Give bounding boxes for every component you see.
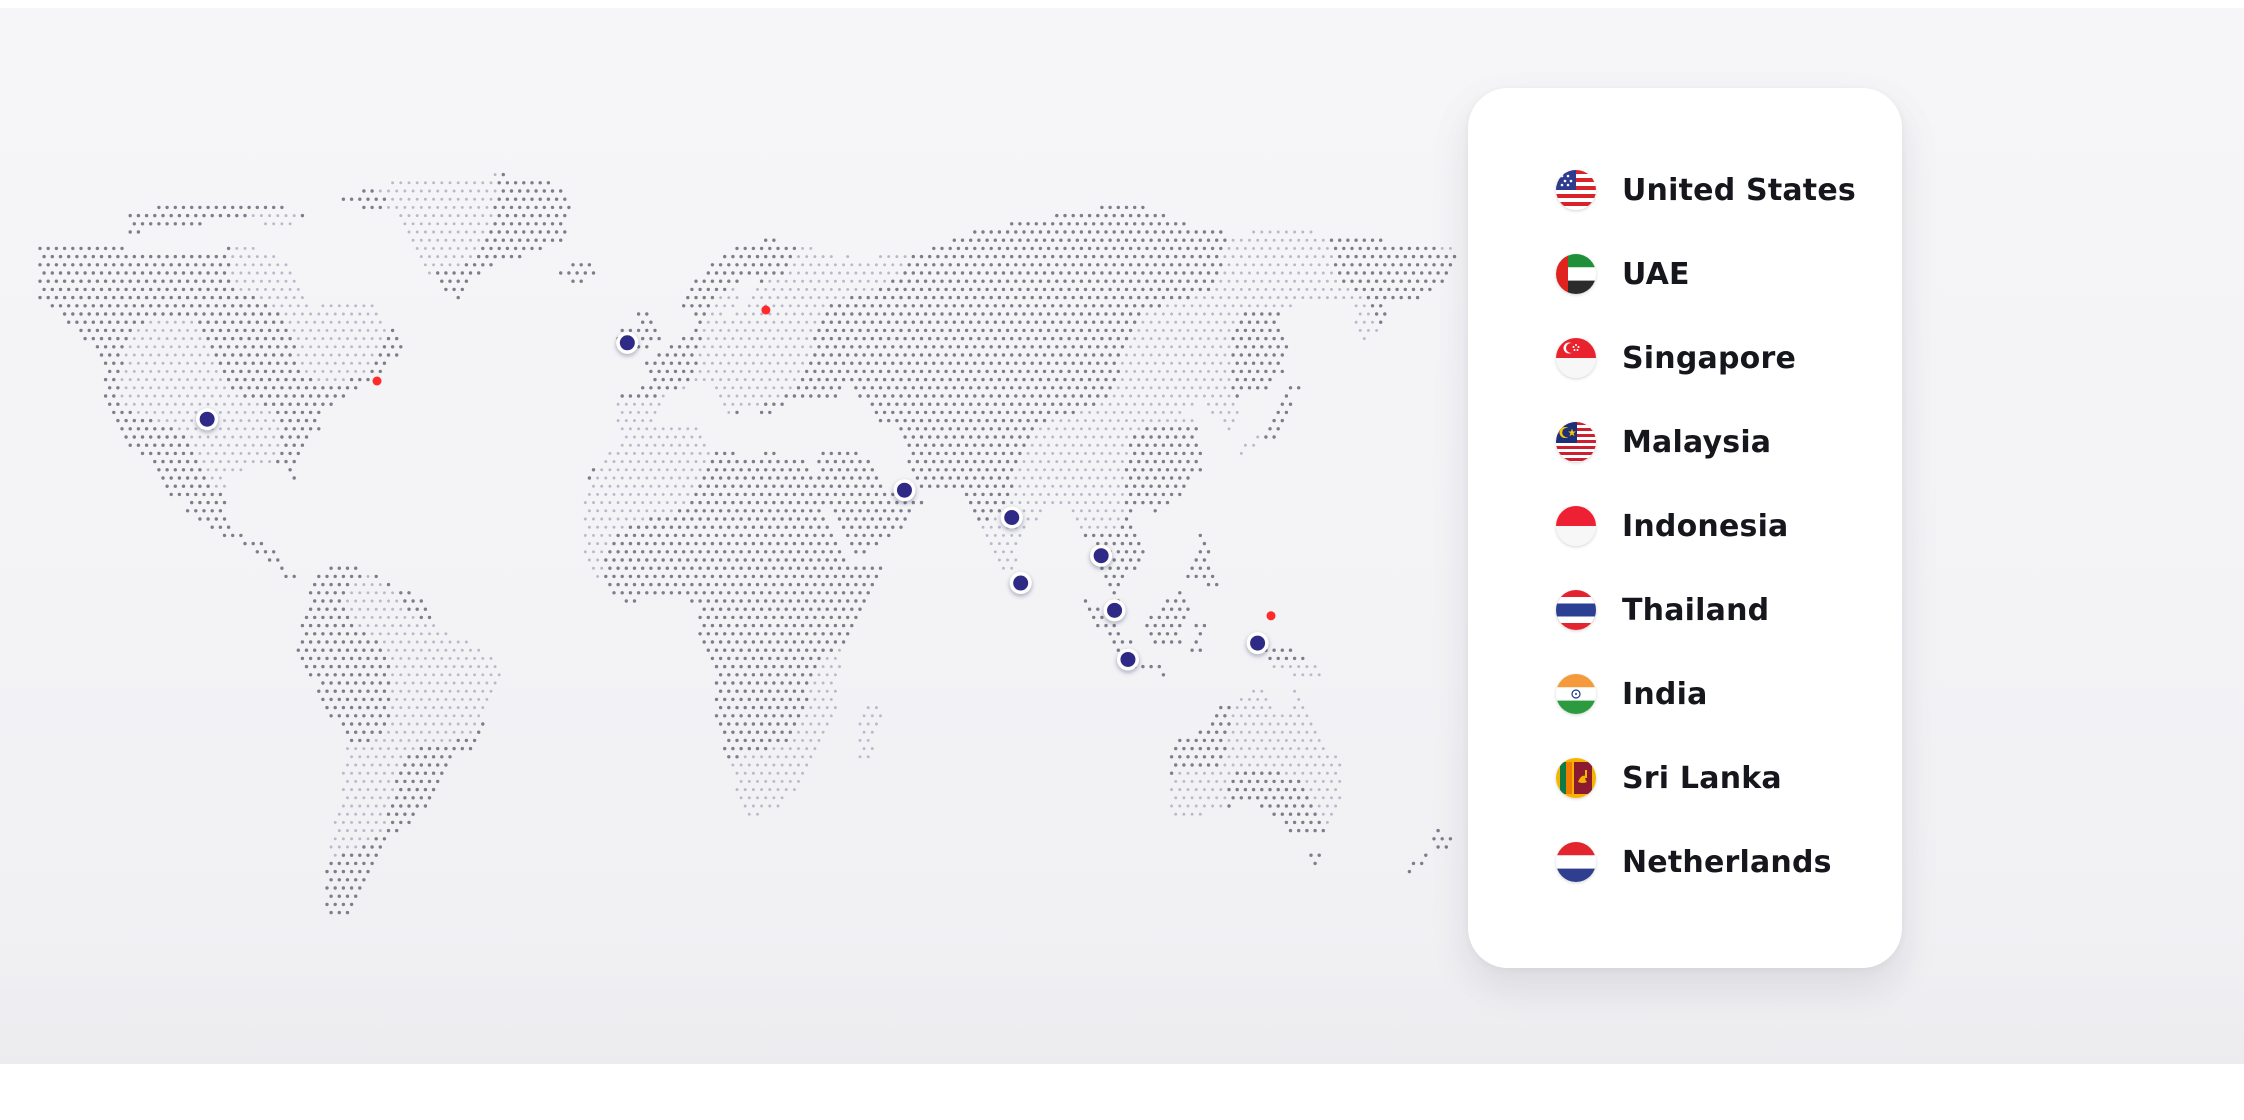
office-marker-dot (1004, 510, 1020, 525)
indonesia-flag-icon (1556, 506, 1596, 546)
office-location-marker[interactable] (1116, 648, 1139, 671)
country-legend-card: United States UAE Singapore Malaysia Ind… (1468, 88, 1902, 968)
thailand-flag-icon (1556, 590, 1596, 630)
legend-item-singapore: Singapore (1556, 316, 1796, 400)
legend-label: Malaysia (1622, 424, 1772, 460)
accent-marker-dot (372, 376, 382, 386)
office-location-marker[interactable] (1246, 632, 1269, 655)
legend-label: Sri Lanka (1622, 760, 1782, 796)
office-marker-dot (1013, 575, 1029, 591)
india-flag-icon (1556, 674, 1596, 714)
sri-lanka-flag-icon (1556, 758, 1596, 798)
legend-item-united-states: United States (1556, 148, 1856, 232)
office-location-marker[interactable] (1103, 599, 1126, 622)
office-location-marker[interactable] (1000, 506, 1023, 529)
uae-flag-icon (1556, 254, 1596, 294)
legend-item-uae: UAE (1556, 232, 1690, 316)
legend-label: United States (1622, 172, 1856, 208)
legend-item-malaysia: Malaysia (1556, 400, 1771, 484)
malaysia-flag-icon (1556, 422, 1596, 462)
netherlands-flag-icon (1556, 842, 1596, 882)
office-marker-dot (1093, 548, 1109, 564)
legend-item-sri-lanka: Sri Lanka (1556, 736, 1782, 820)
office-location-marker[interactable] (1009, 572, 1032, 595)
office-marker-dot (1250, 635, 1266, 651)
legend-label: India (1622, 676, 1708, 712)
office-location-marker[interactable] (616, 331, 639, 354)
accent-location-marker[interactable] (1266, 611, 1276, 621)
legend-item-indonesia: Indonesia (1556, 484, 1789, 568)
world-dot-map (38, 172, 1457, 915)
legend-label: UAE (1622, 256, 1690, 292)
office-marker-dot (199, 411, 215, 427)
office-marker-dot (1107, 602, 1123, 618)
legend-label: Netherlands (1622, 844, 1832, 880)
legend-label: Indonesia (1622, 508, 1789, 544)
office-location-marker[interactable] (893, 479, 916, 502)
accent-marker-dot (1266, 611, 1276, 621)
legend-item-netherlands: Netherlands (1556, 820, 1832, 904)
accent-location-marker[interactable] (761, 305, 771, 315)
office-marker-dot (896, 482, 912, 498)
office-location-marker[interactable] (1090, 544, 1113, 567)
office-marker-dot (1120, 651, 1136, 667)
legend-label: Thailand (1622, 592, 1770, 628)
legend-label: Singapore (1622, 340, 1796, 376)
office-marker-dot (619, 335, 635, 351)
map-markers (196, 305, 1276, 671)
legend-item-india: India (1556, 652, 1708, 736)
map-page: United States UAE Singapore Malaysia Ind… (0, 0, 2244, 1120)
land-dots (38, 172, 1457, 915)
singapore-flag-icon (1556, 338, 1596, 378)
accent-marker-dot (761, 305, 771, 315)
office-location-marker[interactable] (196, 408, 219, 431)
legend-item-thailand: Thailand (1556, 568, 1769, 652)
us-flag-icon (1556, 170, 1596, 210)
accent-location-marker[interactable] (372, 376, 382, 386)
